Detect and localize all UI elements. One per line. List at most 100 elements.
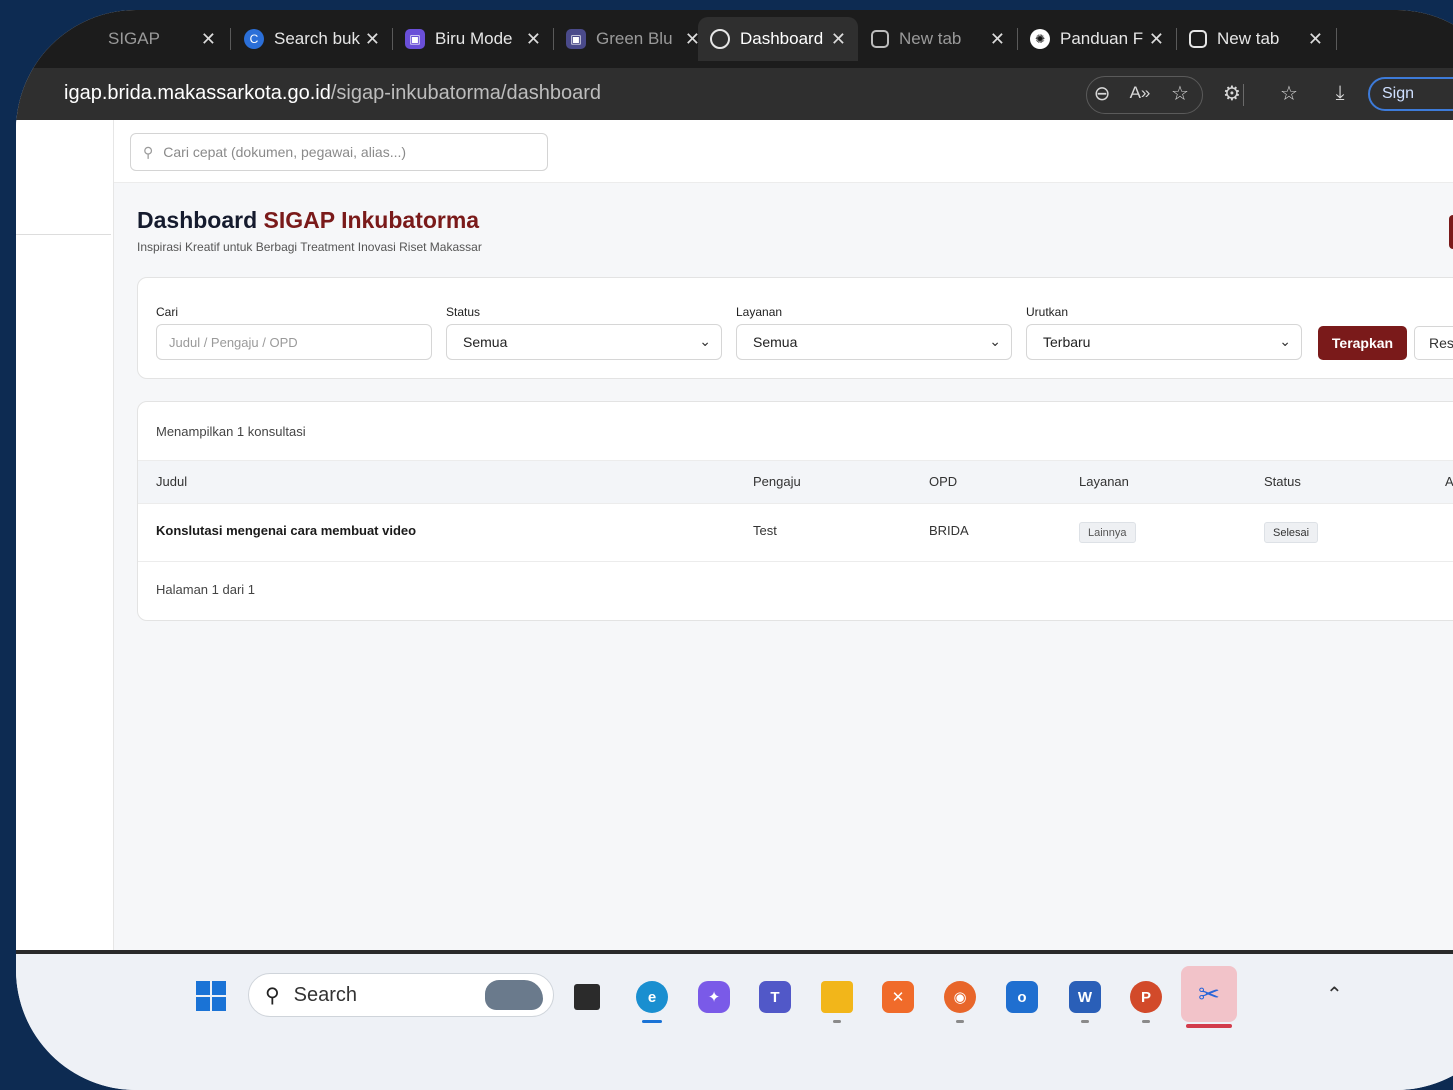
tab-label: SIGAP xyxy=(108,29,160,48)
favorite-star-icon[interactable]: ☆ xyxy=(1168,81,1192,105)
newtab-icon xyxy=(1189,30,1207,48)
quick-search-input[interactable]: ⚲ Cari cepat (dokumen, pegawai, alias...… xyxy=(130,133,548,171)
file-explorer-icon[interactable] xyxy=(821,981,853,1013)
chevron-up-icon[interactable]: ⌃ xyxy=(1326,982,1343,1007)
tab-sigap[interactable]: SIGAP ✕ xyxy=(108,17,228,61)
page-subtitle: Inspirasi Kreatif untuk Berbagi Treatmen… xyxy=(137,240,482,254)
tab-biru-mode[interactable]: ▣ Biru Mode ✕ xyxy=(393,17,553,61)
column-header-judul: Judul xyxy=(156,474,188,489)
service-filter-label: Layanan xyxy=(736,305,783,319)
read-aloud-icon[interactable]: A» xyxy=(1128,81,1152,105)
reset-button[interactable]: Reset xyxy=(1414,326,1453,360)
page-title-accent: SIGAP Inkubatorma xyxy=(263,207,480,233)
results-count: Menampilkan 1 konsultasi xyxy=(156,424,306,439)
start-icon-tile xyxy=(212,981,226,995)
powerpoint-icon[interactable]: P xyxy=(1130,981,1162,1013)
extensions-icon[interactable]: ⚙ xyxy=(1220,81,1244,105)
running-indicator xyxy=(1081,1020,1089,1023)
favorites-icon[interactable]: ☆ xyxy=(1277,81,1301,105)
filter-card: Cari Judul / Pengaju / OPD Status Semua … xyxy=(137,277,1453,379)
status-filter-label: Status xyxy=(446,305,481,319)
tab-green-blue[interactable]: ▣ Green Blu ✕ xyxy=(554,17,712,61)
firefox-icon[interactable]: ◉ xyxy=(944,981,976,1013)
running-indicator xyxy=(833,1020,841,1023)
pagination-info: Halaman 1 dari 1 xyxy=(156,582,255,597)
tab-panduan[interactable]: ✺ Panduan F ✕ xyxy=(1018,17,1176,61)
service-badge: Lainnya xyxy=(1079,522,1136,543)
chatgpt-icon: ✺ xyxy=(1030,29,1050,49)
close-icon[interactable]: ✕ xyxy=(201,29,216,50)
tab-new-tab-2[interactable]: New tab ✕ xyxy=(1177,17,1335,61)
screen-frame: SIGAP ✕ C Search buk ✕ ▣ Biru Mode ✕ ▣ G… xyxy=(16,10,1453,1090)
taskbar: ⚲ Search e ✦ T ✕ ◉ o W P ✂ ⌃ xyxy=(16,950,1453,1090)
close-icon[interactable]: ✕ xyxy=(1149,29,1164,50)
start-icon-tile xyxy=(196,981,210,995)
header-action-button[interactable] xyxy=(1449,215,1453,249)
url-path: /sigap-inkubatorma/dashboard xyxy=(330,82,601,104)
row-opd: BRIDA xyxy=(929,523,969,538)
status-select[interactable]: Semua ⌄ xyxy=(446,324,722,360)
search-filter-input[interactable]: Judul / Pengaju / OPD xyxy=(156,324,432,360)
snipping-tool-icon[interactable]: ✂ xyxy=(1193,978,1225,1010)
sort-select[interactable]: Terbaru ⌄ xyxy=(1026,324,1302,360)
running-indicator xyxy=(1142,1020,1150,1023)
search-filter-placeholder: Judul / Pengaju / OPD xyxy=(169,334,298,350)
close-icon[interactable]: ✕ xyxy=(526,29,541,50)
page-title-prefix: Dashboard xyxy=(137,207,258,233)
tab-dashboard[interactable]: Dashboard ✕ xyxy=(698,17,858,61)
search-icon: ⚲ xyxy=(265,984,280,1007)
column-header-status: Status xyxy=(1264,474,1301,489)
results-card: Menampilkan 1 konsultasi Judul Pengaju O… xyxy=(137,401,1453,621)
teams-icon[interactable]: T xyxy=(759,981,791,1013)
top-bar: ⚲ Cari cepat (dokumen, pegawai, alias...… xyxy=(114,120,1453,183)
close-icon[interactable]: ✕ xyxy=(990,29,1005,50)
url-field[interactable]: igap.brida.makassarkota.go.id/sigap-inku… xyxy=(64,82,601,105)
tab-search[interactable]: C Search buk ✕ xyxy=(232,17,392,61)
address-bar: igap.brida.makassarkota.go.id/sigap-inku… xyxy=(16,68,1453,120)
row-judul[interactable]: Konslutasi mengenai cara membuat video xyxy=(156,523,416,538)
tab-separator xyxy=(230,28,231,50)
search-filter-label: Cari xyxy=(156,305,179,319)
tab-label: Green Blu xyxy=(596,29,673,48)
table-row[interactable]: Konslutasi mengenai cara membuat video T… xyxy=(138,503,1453,562)
service-select[interactable]: Semua ⌄ xyxy=(736,324,1012,360)
task-view-icon[interactable] xyxy=(574,984,600,1010)
close-icon[interactable]: ✕ xyxy=(1308,29,1323,50)
active-indicator xyxy=(1186,1024,1232,1028)
close-icon[interactable]: ✕ xyxy=(365,29,380,50)
status-badge: Selesai xyxy=(1264,522,1319,543)
chevron-down-icon: ⌄ xyxy=(1279,333,1291,349)
column-header-aksi: Aksi xyxy=(1445,474,1453,489)
edge-icon[interactable]: e xyxy=(636,981,668,1013)
web-page: ⚲ Cari cepat (dokumen, pegawai, alias...… xyxy=(16,120,1453,950)
tab-label: Dashboard xyxy=(740,29,824,48)
apply-button[interactable]: Terapkan xyxy=(1318,326,1407,360)
app-icon: ▣ xyxy=(566,29,586,49)
start-icon[interactable] xyxy=(196,981,226,1011)
globe-icon xyxy=(710,29,730,49)
xampp-icon[interactable]: ✕ xyxy=(882,981,914,1013)
tab-label: New tab xyxy=(899,29,962,48)
column-header-pengaju: Pengaju xyxy=(753,474,801,489)
column-header-opd: OPD xyxy=(929,474,958,489)
sign-in-label: Sign xyxy=(1382,85,1415,102)
word-icon[interactable]: W xyxy=(1069,981,1101,1013)
apply-button-label: Terapkan xyxy=(1331,335,1394,351)
outlook-icon[interactable]: o xyxy=(1006,981,1038,1013)
sign-in-button[interactable]: Sign xyxy=(1368,77,1453,111)
app-icon: ▣ xyxy=(405,29,425,49)
status-select-value: Semua xyxy=(463,334,508,350)
copilot-icon[interactable]: ✦ xyxy=(698,981,730,1013)
start-icon-tile xyxy=(196,997,210,1011)
main-content: Dashboard SIGAP Inkubatorma Inspirasi Kr… xyxy=(114,183,1453,950)
active-indicator xyxy=(642,1020,662,1023)
sort-select-value: Terbaru xyxy=(1043,334,1091,350)
download-icon[interactable]: ⤓ xyxy=(1328,81,1352,105)
search-app-icon: C xyxy=(244,29,264,49)
taskbar-search-label: Search xyxy=(293,983,358,1006)
close-icon[interactable]: ✕ xyxy=(831,29,846,50)
taskbar-search[interactable]: ⚲ Search xyxy=(248,973,554,1017)
sidebar-divider xyxy=(16,234,111,235)
tab-new-tab[interactable]: New tab ✕ xyxy=(859,17,1017,61)
zoom-out-icon[interactable]: ⊖ xyxy=(1090,81,1114,105)
